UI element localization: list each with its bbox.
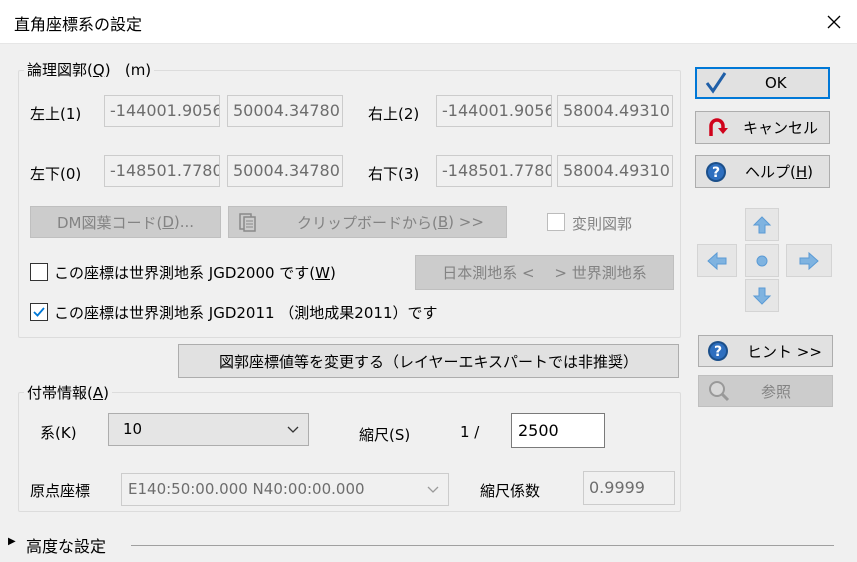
- move-right-button[interactable]: [786, 244, 832, 277]
- irregular-checkbox[interactable]: [547, 213, 565, 231]
- help-icon: ?: [706, 161, 726, 182]
- origin-select-value: E140:50:00.000 N40:00:00.000: [128, 480, 365, 498]
- upper-left-label: 左上(1): [30, 105, 82, 123]
- arrow-up-icon: [752, 215, 772, 233]
- clipboard-button-key: B: [437, 213, 449, 231]
- scale-label: 縮尺(S): [359, 426, 411, 444]
- arrow-left-icon: [707, 251, 727, 270]
- browse-button-label: 参照: [761, 382, 792, 401]
- extra-info-legend: 付帯情報(A): [24, 382, 112, 403]
- clipboard-button[interactable]: クリップボードから(B) >>: [228, 206, 507, 238]
- undo-arrow-icon: [709, 117, 728, 136]
- dm-code-button[interactable]: DM図葉コード(D)...: [30, 206, 221, 238]
- clipboard-button-text: クリップボードから(: [297, 213, 438, 232]
- upper-left-x-field[interactable]: -144001.9056: [104, 95, 220, 127]
- scale-prefix: 1 /: [460, 423, 480, 441]
- logical-area-legend: 論理図郭(Q) (m): [24, 59, 155, 80]
- upper-right-y-field[interactable]: 58004.49310: [557, 95, 673, 127]
- move-down-button[interactable]: [745, 279, 779, 312]
- arrow-down-icon: [752, 287, 772, 305]
- move-left-button[interactable]: [697, 244, 737, 277]
- close-icon: [827, 15, 841, 29]
- help-button[interactable]: ? ヘルプ(H): [695, 155, 830, 188]
- cancel-button[interactable]: キャンセル: [695, 111, 830, 144]
- ok-button[interactable]: OK: [695, 67, 830, 99]
- help-icon: ?: [708, 341, 728, 361]
- jgd2000-label-suffix: ): [330, 264, 336, 282]
- extra-info-legend-key: A: [92, 384, 104, 402]
- svg-text:?: ?: [712, 165, 720, 181]
- lower-right-y-field[interactable]: 58004.49310: [557, 155, 673, 187]
- logical-area-legend-key: Q: [92, 61, 105, 79]
- dm-code-button-key: D: [162, 213, 174, 231]
- jgd2000-checkbox[interactable]: [30, 263, 48, 281]
- center-dot-icon: [756, 255, 768, 266]
- system-select-value: 10: [123, 420, 143, 438]
- lower-right-x-field[interactable]: -148501.7780: [436, 155, 552, 187]
- scale-factor-label: 縮尺係数: [480, 482, 541, 500]
- check-mark-icon: [33, 307, 45, 317]
- advanced-divider: [131, 545, 834, 546]
- system-select[interactable]: 10: [108, 413, 309, 446]
- change-coordinates-button[interactable]: 図郭座標値等を変更する（レイヤーエキスパートでは非推奨）: [178, 344, 679, 378]
- lower-left-label: 左下(0): [30, 165, 82, 183]
- check-icon: [705, 72, 727, 94]
- chevron-down-icon: [287, 426, 299, 433]
- extra-info-legend-text: 付帯情報(: [27, 384, 93, 402]
- upper-left-y-field[interactable]: 50004.34780: [227, 95, 343, 127]
- origin-label: 原点座標: [30, 482, 91, 500]
- arrow-right-icon: [799, 251, 819, 270]
- lower-right-label: 右下(3): [368, 165, 420, 183]
- title-bar: 直角座標系の設定: [0, 0, 857, 44]
- help-button-suffix: ): [807, 163, 813, 181]
- dm-code-button-text: DM図葉コード(: [56, 213, 163, 232]
- jgd2011-label: この座標は世界測地系 JGD2011 （測地成果2011）です: [54, 304, 438, 322]
- magnifier-icon: [709, 381, 730, 402]
- chevron-down-icon: [427, 486, 439, 493]
- hint-button-label: ヒント >>: [747, 342, 822, 361]
- extra-info-legend-suffix: ): [103, 384, 109, 402]
- help-button-text: ヘルプ(: [745, 163, 796, 181]
- help-button-label: ヘルプ(H): [745, 161, 813, 182]
- clipboard-button-suffix: ) >>: [448, 213, 484, 231]
- upper-right-label: 右上(2): [368, 105, 420, 123]
- scale-factor-field[interactable]: 0.9999: [583, 471, 675, 505]
- datum-convert-button[interactable]: 日本測地系 < > 世界測地系: [415, 255, 674, 290]
- dm-code-button-suffix: )...: [173, 213, 195, 231]
- browse-button[interactable]: 参照: [698, 375, 833, 407]
- hint-button[interactable]: ? ヒント >>: [698, 335, 833, 367]
- center-button[interactable]: [745, 244, 779, 277]
- cancel-button-label: キャンセル: [743, 119, 819, 137]
- advanced-settings-label[interactable]: 高度な設定: [26, 533, 106, 557]
- irregular-label: 変則図郭: [572, 215, 633, 233]
- origin-select[interactable]: E140:50:00.000 N40:00:00.000: [121, 473, 449, 506]
- svg-text:?: ?: [714, 344, 722, 360]
- ok-button-label: OK: [765, 74, 787, 92]
- jgd2000-label-text: この座標は世界測地系 JGD2000 です(: [54, 264, 316, 282]
- lower-left-y-field[interactable]: 50004.34780: [227, 155, 343, 187]
- window-title: 直角座標系の設定: [14, 15, 143, 34]
- logical-area-legend-text: 論理図郭: [27, 61, 88, 79]
- jgd2000-label-key: W: [315, 264, 331, 282]
- close-button[interactable]: [811, 0, 857, 44]
- help-button-key: H: [795, 163, 808, 181]
- upper-right-x-field[interactable]: -144001.9056: [436, 95, 552, 127]
- unit-label: (m): [124, 61, 152, 79]
- advanced-toggle-icon[interactable]: ▶: [8, 536, 16, 547]
- lower-left-x-field[interactable]: -148501.7780: [104, 155, 220, 187]
- move-up-button[interactable]: [745, 208, 779, 241]
- scale-input[interactable]: 2500: [511, 413, 605, 448]
- system-label: 系(K): [40, 424, 77, 442]
- jgd2000-label: この座標は世界測地系 JGD2000 です(W): [54, 262, 336, 283]
- jgd2011-checkbox[interactable]: [30, 303, 48, 321]
- clipboard-icon: [239, 213, 256, 232]
